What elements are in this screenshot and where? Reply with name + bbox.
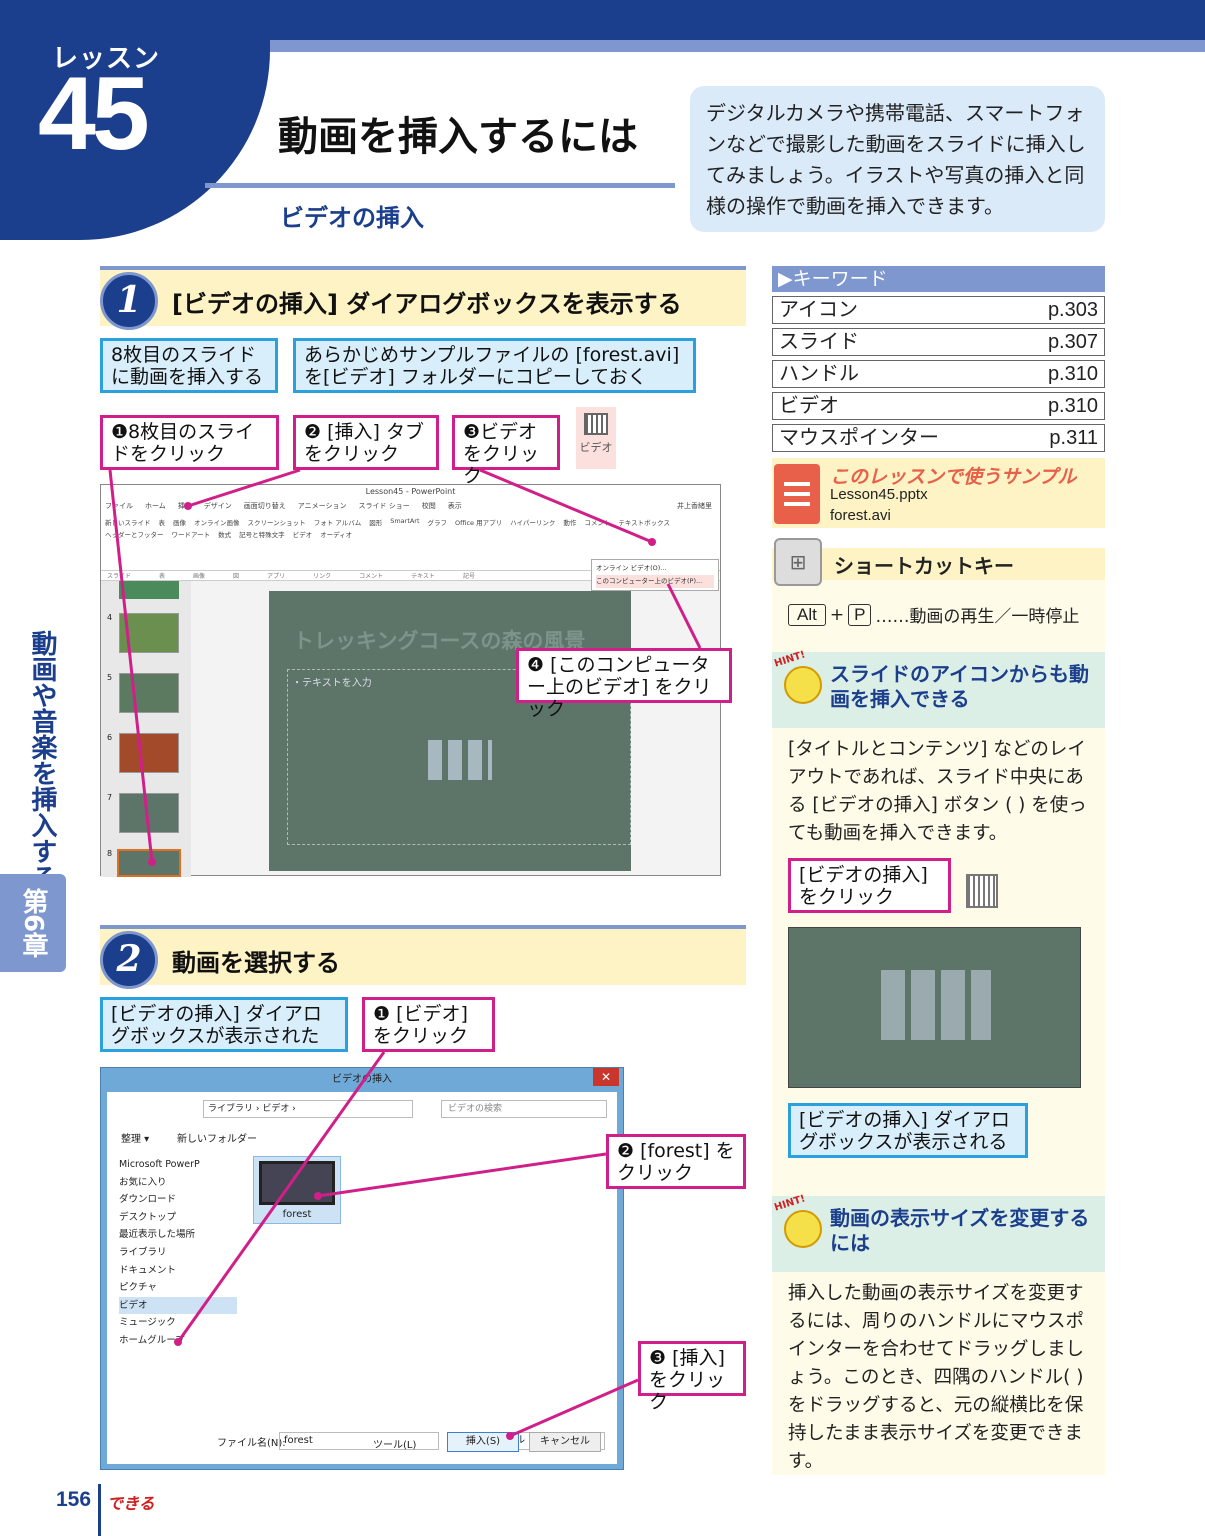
key-alt: Alt [788,603,826,626]
sample-file-2: forest.avi [830,507,891,524]
keyword-term: マウスポインター [779,427,939,449]
keyword-term: アイコン [779,299,858,321]
keyword-page: p.310 [1047,395,1098,417]
sample-title: このレッスンで使うサンプル [830,466,1077,488]
shortcut-line: Alt + P ……動画の再生／一時停止 [788,602,1079,627]
footer-bar [98,1484,101,1536]
keyword-page: p.311 [1049,427,1098,449]
hint2-header: HINT! 動画の表示サイズを変更するには [772,1193,1105,1272]
hint1-body: [タイトルとコンテンツ] などのレイアウトであれば、スライド中央にある [ビデオ… [788,739,1087,844]
shortcut-header: ⊞ ショートカットキー [772,538,1105,586]
page-number: 156 [56,1488,92,1511]
hint1-header: HINT! スライドのアイコンからも動画を挿入できる [772,649,1105,728]
hint1-title: スライドのアイコンからも動画を挿入できる [830,662,1089,711]
chapter-tab: 動画や音楽を挿入する 第6章 [0,620,66,972]
chapter-text: 動画や音楽を挿入する [27,630,57,890]
insert-video-icon [966,874,998,908]
keyword-term: スライド [779,331,859,353]
sample-file-1: Lesson45.pptx [830,486,928,503]
content-icons-large [881,970,991,1040]
hint2-body: 挿入した動画の表示サイズを変更するには、周りのハンドルにマウスポインターを合わせ… [788,1283,1085,1472]
shortcut-plus: + [829,604,845,625]
hint1-callout-2: [ビデオの挿入] ダイアログボックスが表示される [788,1103,1028,1158]
keyword-row: ハンドル p.310 [772,360,1105,388]
windows-key-icon: ⊞ [774,538,822,586]
key-p: P [848,603,872,626]
keyword-page: p.310 [1047,363,1098,385]
shortcut-title: ショートカットキー [834,554,1014,578]
sample-box: このレッスンで使うサンプル Lesson45.pptx forest.avi [772,458,1105,528]
keyword-row: スライド p.307 [772,328,1105,356]
keyword-row: アイコン p.303 [772,296,1105,324]
keyword-page: p.303 [1047,299,1098,321]
hint1-callout-1: [ビデオの挿入] をクリック [788,858,951,913]
brand-logo: できる [107,1494,155,1513]
keyword-row: ビデオ p.310 [772,392,1105,420]
keyword-row: マウスポインター p.311 [772,424,1105,452]
keyword-term: ビデオ [779,395,839,417]
hint1-slide-image [788,927,1081,1088]
lightbulb-icon [784,666,822,704]
hint2-title: 動画の表示サイズを変更するには [830,1206,1090,1255]
keyword-page: p.307 [1047,331,1098,353]
lightbulb-icon [784,1210,822,1248]
document-icon [774,464,820,524]
chapter-label: 第6章 [0,874,66,972]
shortcut-desc: ……動画の再生／一時停止 [875,607,1080,627]
keyword-header: ▶キーワード [772,266,1105,292]
keyword-term: ハンドル [779,363,859,385]
